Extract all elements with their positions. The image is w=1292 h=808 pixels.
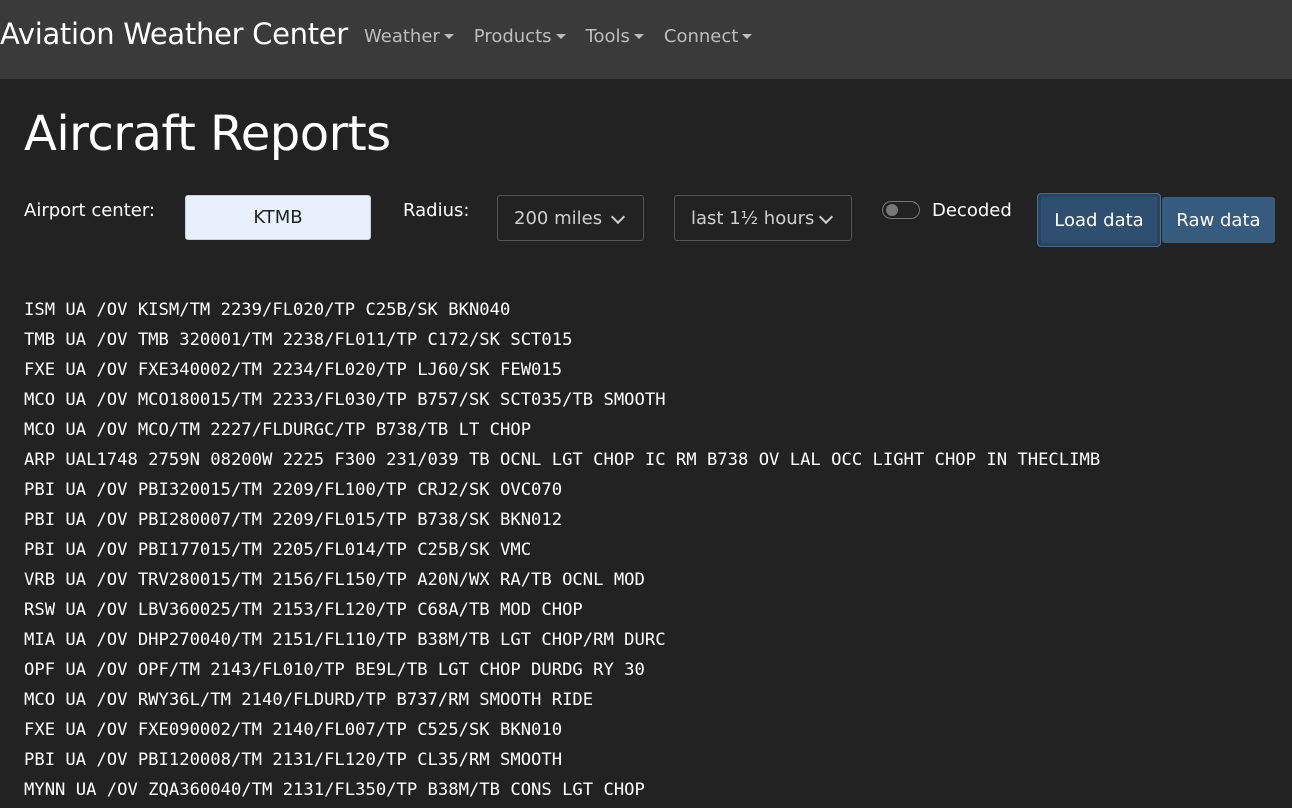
brand-link[interactable]: Aviation Weather Center — [0, 17, 348, 51]
caret-down-icon — [555, 34, 566, 39]
nav-connect-dropdown[interactable]: Connect — [663, 26, 753, 47]
decoded-toggle[interactable] — [882, 201, 920, 219]
aircraft-reports-list: ISM UA /OV KISM/TM 2239/FL020/TP C25B/SK… — [24, 298, 1100, 808]
report-line: PBI UA /OV PBI120008/TM 2131/FL120/TP CL… — [24, 750, 563, 770]
airport-center-input[interactable] — [185, 195, 371, 240]
toggle-knob — [886, 204, 898, 216]
nav-weather-dropdown[interactable]: Weather — [364, 26, 454, 47]
radius-select-value: 200 miles — [514, 207, 603, 229]
chevron-down-icon — [818, 209, 834, 225]
nav-tools-label: Tools — [585, 26, 630, 47]
nav-products-label: Products — [473, 26, 552, 47]
time-range-select-value: last 1½ hours — [691, 207, 815, 229]
radius-select[interactable]: 200 miles — [497, 195, 644, 241]
load-data-button[interactable]: Load data — [1038, 194, 1160, 246]
decoded-label: Decoded — [932, 200, 1012, 221]
report-line: TMB UA /OV TMB 320001/TM 2238/FL011/TP C… — [24, 330, 573, 350]
report-line: FXE UA /OV FXE340002/TM 2234/FL020/TP LJ… — [24, 360, 563, 380]
report-line: MIA UA /OV DHP270040/TM 2151/FL110/TP B3… — [24, 630, 666, 650]
nav-connect-label: Connect — [663, 26, 739, 47]
airport-center-label: Airport center: — [24, 200, 155, 221]
page-title: Aircraft Reports — [24, 106, 391, 162]
nav-tools-dropdown[interactable]: Tools — [586, 26, 644, 47]
report-line: PBI UA /OV PBI320015/TM 2209/FL100/TP CR… — [24, 480, 563, 500]
report-line: MCO UA /OV MCO/TM 2227/FLDURGC/TP B738/T… — [24, 420, 532, 440]
report-line: VRB UA /OV TRV280015/TM 2156/FL150/TP A2… — [24, 570, 645, 590]
caret-down-icon — [742, 34, 753, 39]
nav-menu: Weather Products Tools Connect — [364, 26, 753, 47]
report-line: ISM UA /OV KISM/TM 2239/FL020/TP C25B/SK… — [24, 300, 511, 320]
report-line: PBI UA /OV PBI280007/TM 2209/FL015/TP B7… — [24, 510, 563, 530]
report-line: MCO UA /OV MCO180015/TM 2233/FL030/TP B7… — [24, 390, 666, 410]
chevron-down-icon — [610, 209, 626, 225]
report-line: ARP UAL1748 2759N 08200W 2225 F300 231/0… — [24, 450, 1101, 470]
nav-products-dropdown[interactable]: Products — [474, 26, 566, 47]
nav-weather-label: Weather — [364, 26, 440, 47]
caret-down-icon — [633, 34, 644, 39]
report-line: MYNN UA /OV ZQA360040/TM 2131/FL350/TP B… — [24, 780, 645, 800]
report-line: MCO UA /OV RWY36L/TM 2140/FLDURD/TP B737… — [24, 690, 594, 710]
raw-data-button[interactable]: Raw data — [1162, 197, 1275, 243]
report-line: PBI UA /OV PBI177015/TM 2205/FL014/TP C2… — [24, 540, 532, 560]
report-line: OPF UA /OV OPF/TM 2143/FL010/TP BE9L/TB … — [24, 660, 645, 680]
report-line: FXE UA /OV FXE090002/TM 2140/FL007/TP C5… — [24, 720, 563, 740]
time-range-select[interactable]: last 1½ hours — [674, 195, 852, 241]
radius-label: Radius: — [403, 200, 470, 221]
caret-down-icon — [443, 34, 454, 39]
navbar: Aviation Weather Center Weather Products… — [0, 0, 1292, 79]
report-line: RSW UA /OV LBV360025/TM 2153/FL120/TP C6… — [24, 600, 583, 620]
